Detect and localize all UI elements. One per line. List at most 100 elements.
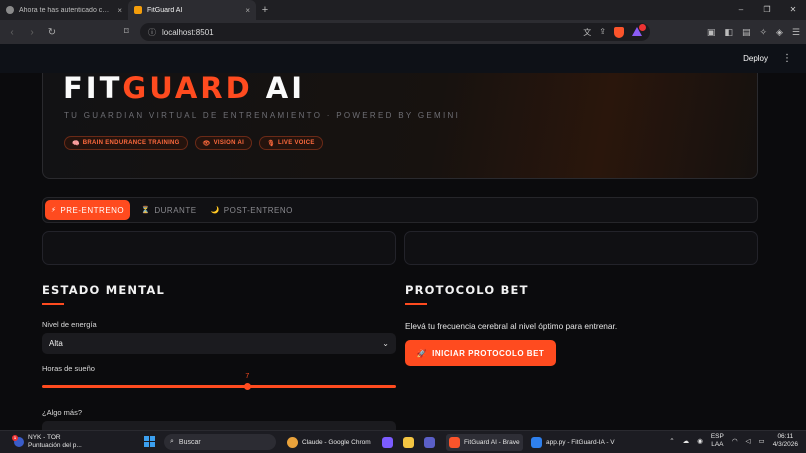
- close-tab-icon[interactable]: ×: [245, 6, 250, 15]
- phase-tabs: ⚡ PRE-ENTRENO ⏳ DURANTE 🌙 POST-ENTRENO: [42, 197, 758, 223]
- onedrive-icon[interactable]: ☁: [683, 437, 690, 445]
- chip-vision-ai: 👁 VISION AI: [194, 136, 253, 150]
- os-taskbar: 1 NYK - TOR Puntuación del p... ⌕ Buscar …: [0, 430, 806, 453]
- rocket-icon: 🚀: [416, 348, 428, 358]
- leo-ai-icon[interactable]: ✧: [759, 27, 767, 38]
- sidebar-icon[interactable]: ◧: [724, 27, 733, 38]
- widget-line1: NYK - TOR: [28, 434, 61, 441]
- more-textarea[interactable]: [42, 421, 396, 430]
- sleep-slider-track[interactable]: [42, 385, 396, 388]
- vpn-icon[interactable]: ◈: [776, 27, 783, 38]
- browser-tab-cli[interactable]: Ahora te has autenticado con la CLI d ×: [0, 0, 128, 20]
- chevron-down-icon: ⌄: [382, 339, 389, 348]
- minimize-button[interactable]: –: [728, 0, 754, 20]
- taskbar-app-vscode[interactable]: app.py - FitGuard-IA - V: [528, 434, 618, 451]
- brave-shield-icon[interactable]: [614, 26, 624, 38]
- chip-live-voice: 🎙 LIVE VOICE: [259, 136, 323, 150]
- energy-label: Nivel de energía: [42, 320, 97, 329]
- tab-post-entreno[interactable]: 🌙 POST-ENTRENO: [208, 200, 296, 220]
- copilot-icon[interactable]: [379, 434, 396, 451]
- browser-tab-title: FitGuard AI: [147, 6, 183, 14]
- app-title: FITGUARD AI: [63, 73, 306, 105]
- toolbar-right: ▣ ◧ ▤ ✧ ◈ ☰: [707, 20, 800, 44]
- tab-pre-entreno[interactable]: ⚡ PRE-ENTRENO: [45, 200, 131, 220]
- info-card-left: [42, 231, 396, 265]
- section-title-estado-mental: ESTADO MENTAL: [42, 283, 166, 297]
- chip-brain-endurance: 🧠 BRAIN ENDURANCE TRAINING: [64, 136, 188, 150]
- chevron-up-icon[interactable]: ⌃: [669, 437, 674, 445]
- browser-tab-strip: Ahora te has autenticado con la CLI d × …: [0, 0, 806, 20]
- security-icon[interactable]: ◉: [697, 437, 703, 445]
- new-tab-button[interactable]: +: [256, 4, 274, 16]
- translate-icon[interactable]: 文: [583, 27, 591, 38]
- back-icon[interactable]: ‹: [6, 27, 18, 38]
- hourglass-icon: ⏳: [141, 207, 151, 214]
- sports-icon: 1: [12, 435, 24, 447]
- bookmark-icon[interactable]: ⌑: [124, 26, 129, 37]
- brain-icon: 🧠: [72, 140, 80, 147]
- taskbar-search[interactable]: ⌕ Buscar: [164, 434, 276, 450]
- teams-icon[interactable]: [421, 434, 438, 451]
- sleep-slider-value: 7: [245, 373, 250, 380]
- brave-icon: [449, 437, 460, 448]
- clock[interactable]: 06:11 4/3/2026: [773, 433, 798, 449]
- start-protocol-button[interactable]: 🚀 INICIAR PROTOCOLO BET: [405, 340, 556, 366]
- feature-chips: 🧠 BRAIN ENDURANCE TRAINING 👁 VISION AI 🎙 LI…: [64, 136, 323, 150]
- taskbar-app-brave[interactable]: FitGuard AI - Brave: [446, 434, 523, 451]
- section-title-protocolo-bet: PROTOCOLO BET: [405, 283, 529, 297]
- close-tab-icon[interactable]: ×: [117, 6, 122, 15]
- browser-tab-title: Ahora te has autenticado con la CLI d: [19, 6, 112, 14]
- widget-line2: Puntuación del p...: [28, 442, 82, 449]
- microphone-icon: 🎙: [267, 140, 275, 147]
- wifi-icon[interactable]: ◠: [732, 437, 738, 445]
- share-icon[interactable]: ⇪: [599, 27, 606, 38]
- restore-button[interactable]: ❐: [754, 0, 780, 20]
- reload-icon[interactable]: ↻: [46, 27, 58, 38]
- app-main: FITGUARD AI TU GUARDIAN VIRTUAL DE ENTRE…: [0, 73, 806, 430]
- app-subtitle: TU GUARDIAN VIRTUAL DE ENTRENAMIENTO · P…: [64, 111, 461, 120]
- protocol-description: Elevá tu frecuencia cerebral al nivel óp…: [405, 321, 618, 331]
- hero-banner: FITGUARD AI TU GUARDIAN VIRTUAL DE ENTRE…: [42, 73, 758, 179]
- lightning-icon: ⚡: [51, 207, 57, 214]
- sleep-slider-thumb[interactable]: [243, 383, 251, 390]
- sleep-label: Horas de sueño: [42, 364, 95, 373]
- section-underline: [42, 303, 64, 305]
- chrome-icon: [287, 437, 298, 448]
- address-bar[interactable]: ⓘ localhost:8501 文 ⇪: [140, 23, 650, 41]
- screen: Ahora te has autenticado con la CLI d × …: [0, 0, 806, 453]
- url-text: localhost:8501: [162, 27, 214, 37]
- energy-select-value: Alta: [49, 339, 63, 348]
- deploy-button[interactable]: Deploy: [743, 54, 768, 63]
- browser-tab-fitguard[interactable]: FitGuard AI ×: [128, 0, 256, 20]
- volume-icon[interactable]: ◁: [746, 437, 751, 445]
- tab-durante[interactable]: ⏳ DURANTE: [138, 200, 199, 220]
- system-tray: ⌃ ☁ ◉ ESP LAA ◠ ◁ ▭ 06:11 4/3/2026: [669, 433, 798, 449]
- window-controls: – ❐ ✕: [728, 0, 806, 20]
- app-favicon-icon: [134, 6, 142, 14]
- battery-icon[interactable]: ▭: [759, 437, 765, 445]
- file-explorer-icon[interactable]: [400, 434, 417, 451]
- eye-icon: 👁: [202, 140, 211, 147]
- close-window-button[interactable]: ✕: [780, 0, 806, 20]
- vscode-icon: [531, 437, 542, 448]
- browser-toolbar: ‹ › ↻ ⌑ ⓘ localhost:8501 文 ⇪ ▣ ◧ ▤ ✧ ◈ ☰: [0, 20, 806, 44]
- brave-rewards-icon[interactable]: [632, 23, 646, 37]
- energy-select[interactable]: Alta ⌄: [42, 333, 396, 354]
- more-label: ¿Algo más?: [42, 408, 83, 417]
- streamlit-header: Deploy ⋮: [0, 44, 806, 73]
- forward-icon[interactable]: ›: [26, 27, 38, 38]
- weather-widget[interactable]: 1 NYK - TOR Puntuación del p...: [12, 434, 82, 450]
- wallet-card-icon[interactable]: ▤: [742, 27, 751, 38]
- site-info-icon[interactable]: ⓘ: [148, 27, 156, 38]
- info-card-right: [404, 231, 758, 265]
- section-underline: [405, 303, 427, 305]
- menu-icon[interactable]: ☰: [792, 27, 800, 38]
- globe-icon: [6, 6, 14, 14]
- main-menu-icon[interactable]: ⋮: [782, 53, 792, 64]
- moon-icon: 🌙: [210, 207, 220, 214]
- wallet-icon[interactable]: ▣: [707, 27, 716, 38]
- windows-start-icon[interactable]: [144, 436, 155, 447]
- taskbar-app-chrome[interactable]: Claude - Google Chrom: [284, 434, 374, 451]
- search-icon: ⌕: [170, 438, 174, 445]
- language-indicator[interactable]: ESP LAA: [711, 433, 724, 449]
